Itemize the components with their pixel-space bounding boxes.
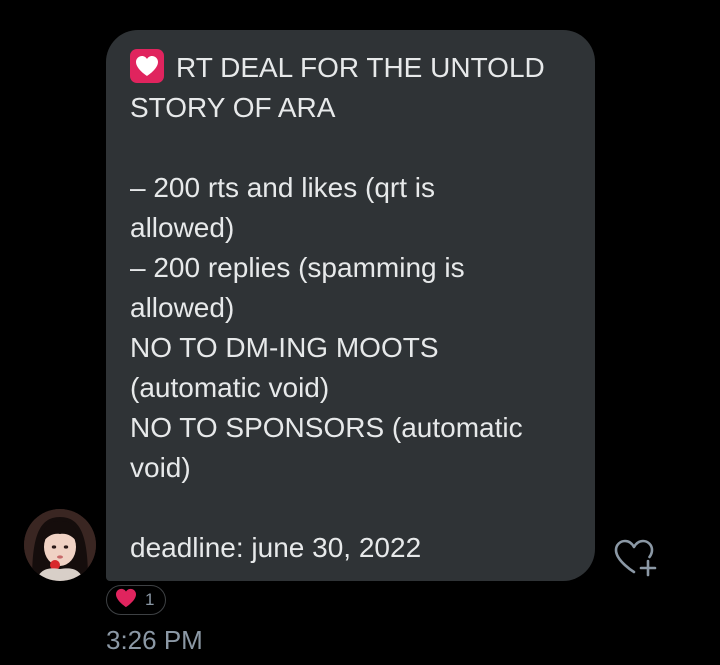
heart-icon xyxy=(115,588,137,613)
message-body-line: – 200 rts and likes (qrt is xyxy=(130,172,436,203)
message-body-line: allowed) xyxy=(130,212,235,243)
heart-plus-icon[interactable] xyxy=(612,538,662,580)
message-body-line: allowed) xyxy=(130,292,235,323)
message-bubble[interactable]: RT DEAL FOR THE UNTOLD STORY OF ARA – 20… xyxy=(106,30,595,581)
message-title-text-1: RT DEAL FOR THE UNTOLD xyxy=(176,52,545,83)
avatar[interactable] xyxy=(24,509,96,581)
message-body-line: NO TO SPONSORS (automatic xyxy=(130,412,523,443)
message-timestamp: 3:26 PM xyxy=(106,625,203,655)
reaction-badge[interactable]: 1 xyxy=(106,585,166,615)
message-body-line: – 200 replies (spamming is xyxy=(130,252,465,283)
heart-emoji-icon xyxy=(130,49,164,83)
message-deadline: deadline: june 30, 2022 xyxy=(130,532,422,563)
message-title-text-2: STORY OF ARA xyxy=(130,92,336,123)
message-body-line: NO TO DM-ING MOOTS xyxy=(130,332,439,363)
message-body-line: void) xyxy=(130,452,191,483)
message-body-line: (automatic void) xyxy=(130,372,330,403)
reaction-count: 1 xyxy=(145,590,155,609)
message-title-line: RT DEAL FOR THE UNTOLD xyxy=(130,48,571,88)
